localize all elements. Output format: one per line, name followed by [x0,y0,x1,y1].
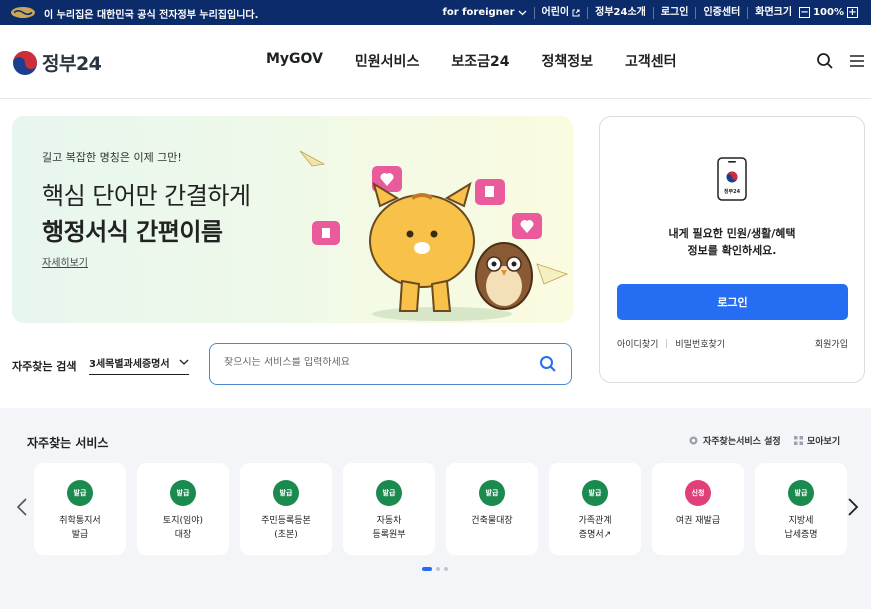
frequent-services-section: 자주찾는 서비스 자주찾는서비스 설정 모아보기 발급 취학통지서 발급 발급 토지(… [0,408,871,609]
logo-text: 정부24 [42,53,102,75]
chevron-down-icon [179,359,189,365]
frequent-search-selected: 3세목별과세증명서 [89,358,170,370]
service-card-list: 발급 취학통지서 발급 발급 토지(임야) 대장 발급 주민등록등본 (초본) 발급 자동차 … [34,463,847,555]
login-links: 아이디찾기 비밀번호찾기 회원가입 [617,337,848,350]
chevron-down-icon [518,10,526,15]
service-type-badge: 발급 [170,480,196,506]
service-card[interactable]: 발급건축물대장 [446,463,538,555]
service-card-label: 건축물대장 [471,516,513,526]
service-type-badge: 발급 [788,480,814,506]
prev-arrow-icon[interactable] [16,497,28,517]
nav-civil-services[interactable]: 민원서비스 [339,51,435,71]
login-button[interactable]: 로그인 [617,284,848,320]
nav-mygov[interactable]: MyGOV [250,51,339,71]
service-card[interactable]: 신청여권 재발급 [652,463,744,555]
hero-title-line2: 행정서식 간편이름 [42,218,223,246]
main-nav: MyGOV 민원서비스 보조금24 정책정보 고객센터 [250,51,693,71]
grid-icon [794,436,803,445]
hero-title-line1: 핵심 단어만 간결하게 [42,182,251,210]
external-link-icon [572,9,580,16]
join-link[interactable]: 회원가입 [815,337,848,350]
divider [666,339,668,348]
service-card[interactable]: 발급자동차 등록원부 [343,463,435,555]
menu-icon[interactable] [848,52,866,70]
service-card[interactable]: 발급주민등록등본 (초본) [240,463,332,555]
view-all-link[interactable]: 모아보기 [794,434,840,447]
service-type-badge: 발급 [582,480,608,506]
frequent-search-label: 자주찾는 검색 [12,360,77,373]
service-card-label: 취학통지서 발급 [59,516,101,540]
service-search-input[interactable] [224,357,524,368]
service-card-label: 여권 재발급 [675,516,721,526]
login-card: 정부24 내게 필요한 민원/생활/혜택 정보를 확인하세요. 로그인 아이디찾… [599,116,865,383]
carousel-pagination [422,567,448,571]
service-card[interactable]: 발급취학통지서 발급 [34,463,126,555]
mascot-illustration [299,150,569,321]
official-notice: 이 누리집은 대한민국 공식 전자정부 누리집입니다. [44,10,259,21]
service-card-label: 가족관계 증명서↗ [578,516,612,540]
service-type-badge: 발급 [479,480,505,506]
frequent-search-select[interactable]: 3세목별과세증명서 [89,350,189,375]
pagination-dot[interactable] [436,567,440,571]
service-card[interactable]: 발급토지(임야) 대장 [137,463,229,555]
service-card[interactable]: 발급가족관계 증명서↗ [549,463,641,555]
pagination-dot[interactable] [422,567,432,571]
service-search-box [209,343,572,385]
certificate-center-link[interactable]: 인증센터 [695,6,747,19]
service-type-badge: 발급 [67,480,93,506]
find-id-link[interactable]: 아이디찾기 [617,337,658,350]
hero-kicker: 길고 복잡한 명칭은 이제 그만! [42,151,182,164]
service-type-badge: 발급 [376,480,402,506]
zoom-level: 100% [813,6,844,18]
top-login-link[interactable]: 로그인 [652,6,696,19]
zoom-in-button[interactable]: + [847,7,858,18]
service-type-badge: 신청 [685,480,711,506]
zoom-out-button[interactable]: − [799,7,811,18]
screen-size-label: 화면크기 [755,6,793,18]
nav-customer-center[interactable]: 고객센터 [609,51,693,71]
phone-label: 정부24 [723,189,741,195]
login-message-line2: 정보를 확인하세요. [687,244,777,257]
service-card-label: 주민등록등본 (초본) [261,516,311,540]
nav-subsidy24[interactable]: 보조금24 [435,51,525,71]
find-password-link[interactable]: 비밀번호찾기 [675,337,725,350]
next-arrow-icon[interactable] [847,497,859,517]
about-gov24-link[interactable]: 정부24소개 [587,6,653,19]
pagination-dot[interactable] [444,567,448,571]
gov-official-banner: 이 누리집은 대한민국 공식 전자정부 누리집입니다. for foreigne… [0,0,871,25]
service-type-badge: 발급 [273,480,299,506]
service-card[interactable]: 발급지방세 납세증명 [755,463,847,555]
service-card-label: 자동차 등록원부 [372,516,406,540]
kids-link[interactable]: 어린이 [533,6,588,19]
taegeuk-logo-icon [13,50,37,75]
search-submit-icon[interactable] [539,355,557,373]
government-emblem-icon [11,7,35,18]
for-foreigner-link[interactable]: for foreigner [436,7,534,19]
services-settings-link[interactable]: 자주찾는서비스 설정 [688,434,781,447]
service-card-label: 토지(임야) 대장 [162,516,204,540]
screen-size-control: 화면크기 − 100% + [747,6,865,19]
nav-policy-info[interactable]: 정책정보 [525,51,609,71]
search-icon[interactable] [816,52,834,70]
section-title: 자주찾는 서비스 [27,436,109,450]
login-message-line1: 내게 필요한 민원/생활/혜택 [668,227,796,240]
service-card-label: 지방세 납세증명 [784,516,818,540]
hero-more-link[interactable]: 자세히보기 [42,254,88,269]
hero-banner[interactable]: 길고 복잡한 명칭은 이제 그만! 핵심 단어만 간결하게 행정서식 간편이름 … [12,116,573,323]
gov24-logo[interactable]: 정부24 [12,49,102,76]
site-header: 정부24 MyGOV 민원서비스 보조금24 정책정보 고객센터 [0,25,871,99]
gear-icon [689,436,698,445]
